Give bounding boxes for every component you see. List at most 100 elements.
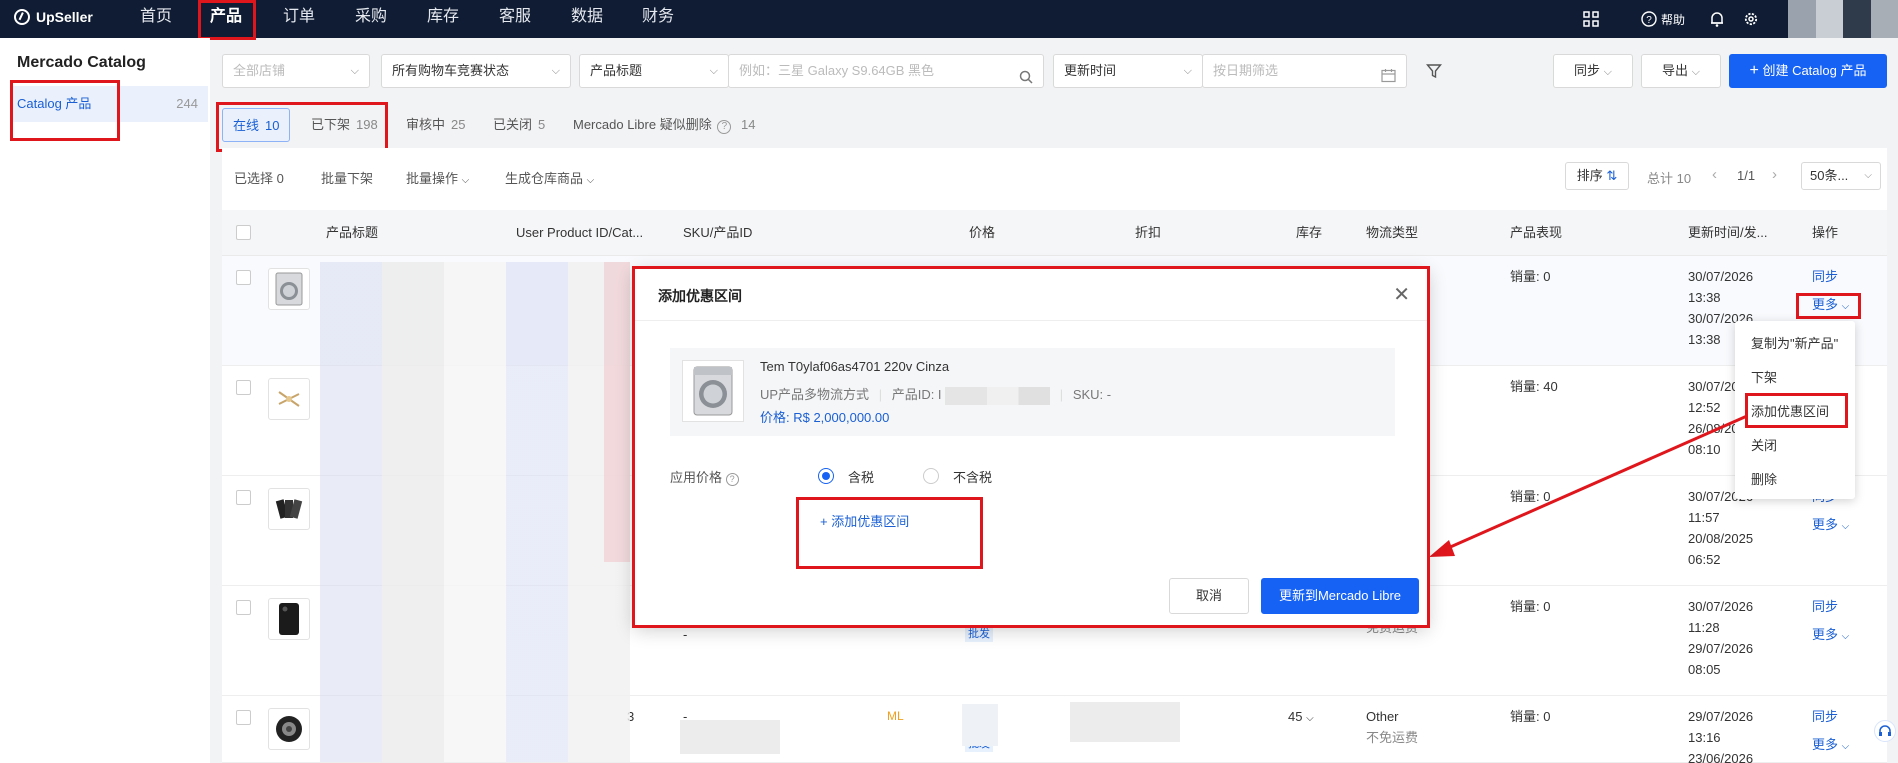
annotation-arrow <box>1429 414 1748 557</box>
menu-add-discount-range[interactable]: 添加优惠区间 <box>1751 401 1829 420</box>
chevron-down-icon: ⌵ <box>1841 521 1850 532</box>
sku-value: - <box>683 627 688 642</box>
filter-icon[interactable] <box>1426 63 1442 82</box>
col-sku: SKU/产品ID <box>683 225 753 240</box>
search-icon[interactable] <box>1019 64 1033 96</box>
product-meta: UP产品多物流方式 | 产品ID: I | SKU: - <box>760 384 1111 405</box>
separator: | <box>1059 387 1064 402</box>
apps-icon[interactable] <box>1583 0 1599 38</box>
row-more-link[interactable]: 更多 ⌵ <box>1812 734 1849 757</box>
radio-tax-excluded[interactable] <box>923 468 939 484</box>
logistics-type: Other <box>1366 709 1399 724</box>
product-thumbnail[interactable] <box>268 598 310 640</box>
radio-tax-included-label: 含税 <box>848 470 875 485</box>
redacted-region <box>320 262 630 762</box>
row-more-link[interactable]: 更多 ⌵ <box>1812 294 1849 317</box>
stock-value[interactable]: 45 ⌵ <box>1288 706 1314 729</box>
export-label: 导出 <box>1662 63 1689 78</box>
col-logistics: 物流类型 <box>1366 225 1419 240</box>
cart-status-select[interactable]: 所有购物车竞赛状态 ⌵ <box>381 54 571 88</box>
add-discount-modal: 添加优惠区间 ✕ Tem T0ylaf06as4701 220v Cinza U… <box>634 268 1428 626</box>
more-label: 更多 <box>1812 297 1839 312</box>
avatar[interactable] <box>1788 0 1898 38</box>
product-name: Tem T0ylaf06as4701 220v Cinza <box>760 359 950 374</box>
row-checkbox[interactable] <box>236 710 251 725</box>
sync-button[interactable]: 同步 ⌵ <box>1553 54 1633 88</box>
export-button[interactable]: 导出 ⌵ <box>1641 54 1721 88</box>
add-discount-range-link[interactable]: + 添加优惠区间 <box>820 511 909 530</box>
sidebar-item-catalog[interactable]: Catalog 产品 244 <box>12 86 208 122</box>
nav-home[interactable]: 首页 <box>134 0 178 38</box>
page-size-select[interactable]: 50条... ⌵ <box>1801 162 1881 190</box>
chevron-down-icon: ⌵ <box>1306 713 1314 724</box>
row-more-link[interactable]: 更多 ⌵ <box>1812 514 1849 537</box>
tab-online[interactable]: 在线 10 <box>222 108 291 142</box>
bulk-ops-dropdown[interactable]: 批量操作 ⌵ <box>406 168 469 187</box>
row-checkbox[interactable] <box>236 490 251 505</box>
product-mode: UP产品多物流方式 <box>760 387 870 402</box>
update-time: 30/07/2026 11:28 29/07/2026 08:05 <box>1688 599 1754 677</box>
menu-copy-as-new[interactable]: 复制为"新产品" <box>1751 333 1838 352</box>
row-sync-link[interactable]: 同步 <box>1812 596 1838 617</box>
nav-purchase[interactable]: 采购 <box>349 0 393 38</box>
sidebar-item-label: Catalog 产品 <box>17 96 92 111</box>
store-select[interactable]: 全部店铺 ⌵ <box>222 54 370 88</box>
brand-logo[interactable]: UpSeller <box>14 9 93 25</box>
calendar-icon <box>1381 63 1396 95</box>
tab-closed[interactable]: 已关闭 5 <box>483 108 555 142</box>
tab-suspected-deleted[interactable]: Mercado Libre 疑似删除 ? 14 <box>563 108 765 142</box>
nav-orders[interactable]: 订单 <box>277 0 321 38</box>
product-thumbnail[interactable] <box>268 378 310 420</box>
nav-products[interactable]: 产品 <box>204 0 248 38</box>
search-input[interactable]: 例如：三星 Galaxy S9.64GB 黑色 <box>728 54 1044 88</box>
store-select-value: 全部店铺 <box>233 63 286 78</box>
product-card: Tem T0ylaf06as4701 220v Cinza UP产品多物流方式 … <box>670 348 1395 436</box>
update-mercado-button[interactable]: 更新到Mercado Libre <box>1261 578 1419 614</box>
redacted-region <box>945 386 1051 405</box>
nav-data[interactable]: 数据 <box>565 0 609 38</box>
prev-page-icon[interactable]: ‹ <box>1712 166 1717 183</box>
tab-label: 已关闭 <box>493 117 533 132</box>
row-sync-link[interactable]: 同步 <box>1812 266 1838 287</box>
help-button[interactable]: ? 帮助 <box>1641 0 1685 38</box>
row-checkbox[interactable] <box>236 600 251 615</box>
tab-count: 5 <box>538 117 546 132</box>
create-catalog-button[interactable]: + 创建 Catalog 产品 <box>1729 54 1887 88</box>
tab-delisted[interactable]: 已下架 198 <box>301 108 388 142</box>
tab-label: Mercado Libre 疑似删除 <box>573 117 712 132</box>
product-thumbnail[interactable] <box>268 488 310 530</box>
time-field-select[interactable]: 更新时间 ⌵ <box>1053 54 1203 88</box>
sort-button[interactable]: 排序 ⇅ <box>1565 162 1629 190</box>
headset-icon[interactable] <box>1874 720 1896 742</box>
menu-delist[interactable]: 下架 <box>1751 367 1777 386</box>
select-all-checkbox[interactable] <box>236 225 251 240</box>
nav-inventory[interactable]: 库存 <box>421 0 465 38</box>
search-field-select[interactable]: 产品标题 ⌵ <box>579 54 729 88</box>
tab-reviewing[interactable]: 审核中 25 <box>396 108 475 142</box>
page-size-value: 50条... <box>1810 168 1849 183</box>
help-circle-icon[interactable]: ? <box>717 120 732 134</box>
next-page-icon[interactable]: › <box>1772 166 1777 183</box>
product-thumbnail[interactable] <box>268 268 310 310</box>
product-thumbnail[interactable] <box>268 708 310 750</box>
date-filter-input[interactable]: 按日期筛选 <box>1202 54 1407 88</box>
row-more-link[interactable]: 更多 ⌵ <box>1812 624 1849 647</box>
gen-warehouse-dropdown[interactable]: 生成仓库商品 ⌵ <box>505 168 594 187</box>
tab-count: 14 <box>740 117 756 132</box>
chevron-down-icon: ⌵ <box>350 65 359 77</box>
close-icon[interactable]: ✕ <box>1393 282 1410 307</box>
cancel-button[interactable]: 取消 <box>1169 578 1249 614</box>
help-circle-icon[interactable]: ? <box>725 473 739 486</box>
sales-count: 销量: 0 <box>1510 269 1551 284</box>
tab-count: 198 <box>356 117 378 132</box>
selected-count: 已选择 0 <box>234 171 284 186</box>
radio-tax-included[interactable] <box>818 468 834 484</box>
nav-finance[interactable]: 财务 <box>636 0 680 38</box>
row-checkbox[interactable] <box>236 270 251 285</box>
nav-service[interactable]: 客服 <box>493 0 537 38</box>
row-sync-link[interactable]: 同步 <box>1812 706 1838 727</box>
bulk-delist-button[interactable]: 批量下架 <box>321 168 373 187</box>
row-checkbox[interactable] <box>236 380 251 395</box>
gear-icon[interactable] <box>1743 0 1759 38</box>
bell-icon[interactable] <box>1710 0 1724 38</box>
